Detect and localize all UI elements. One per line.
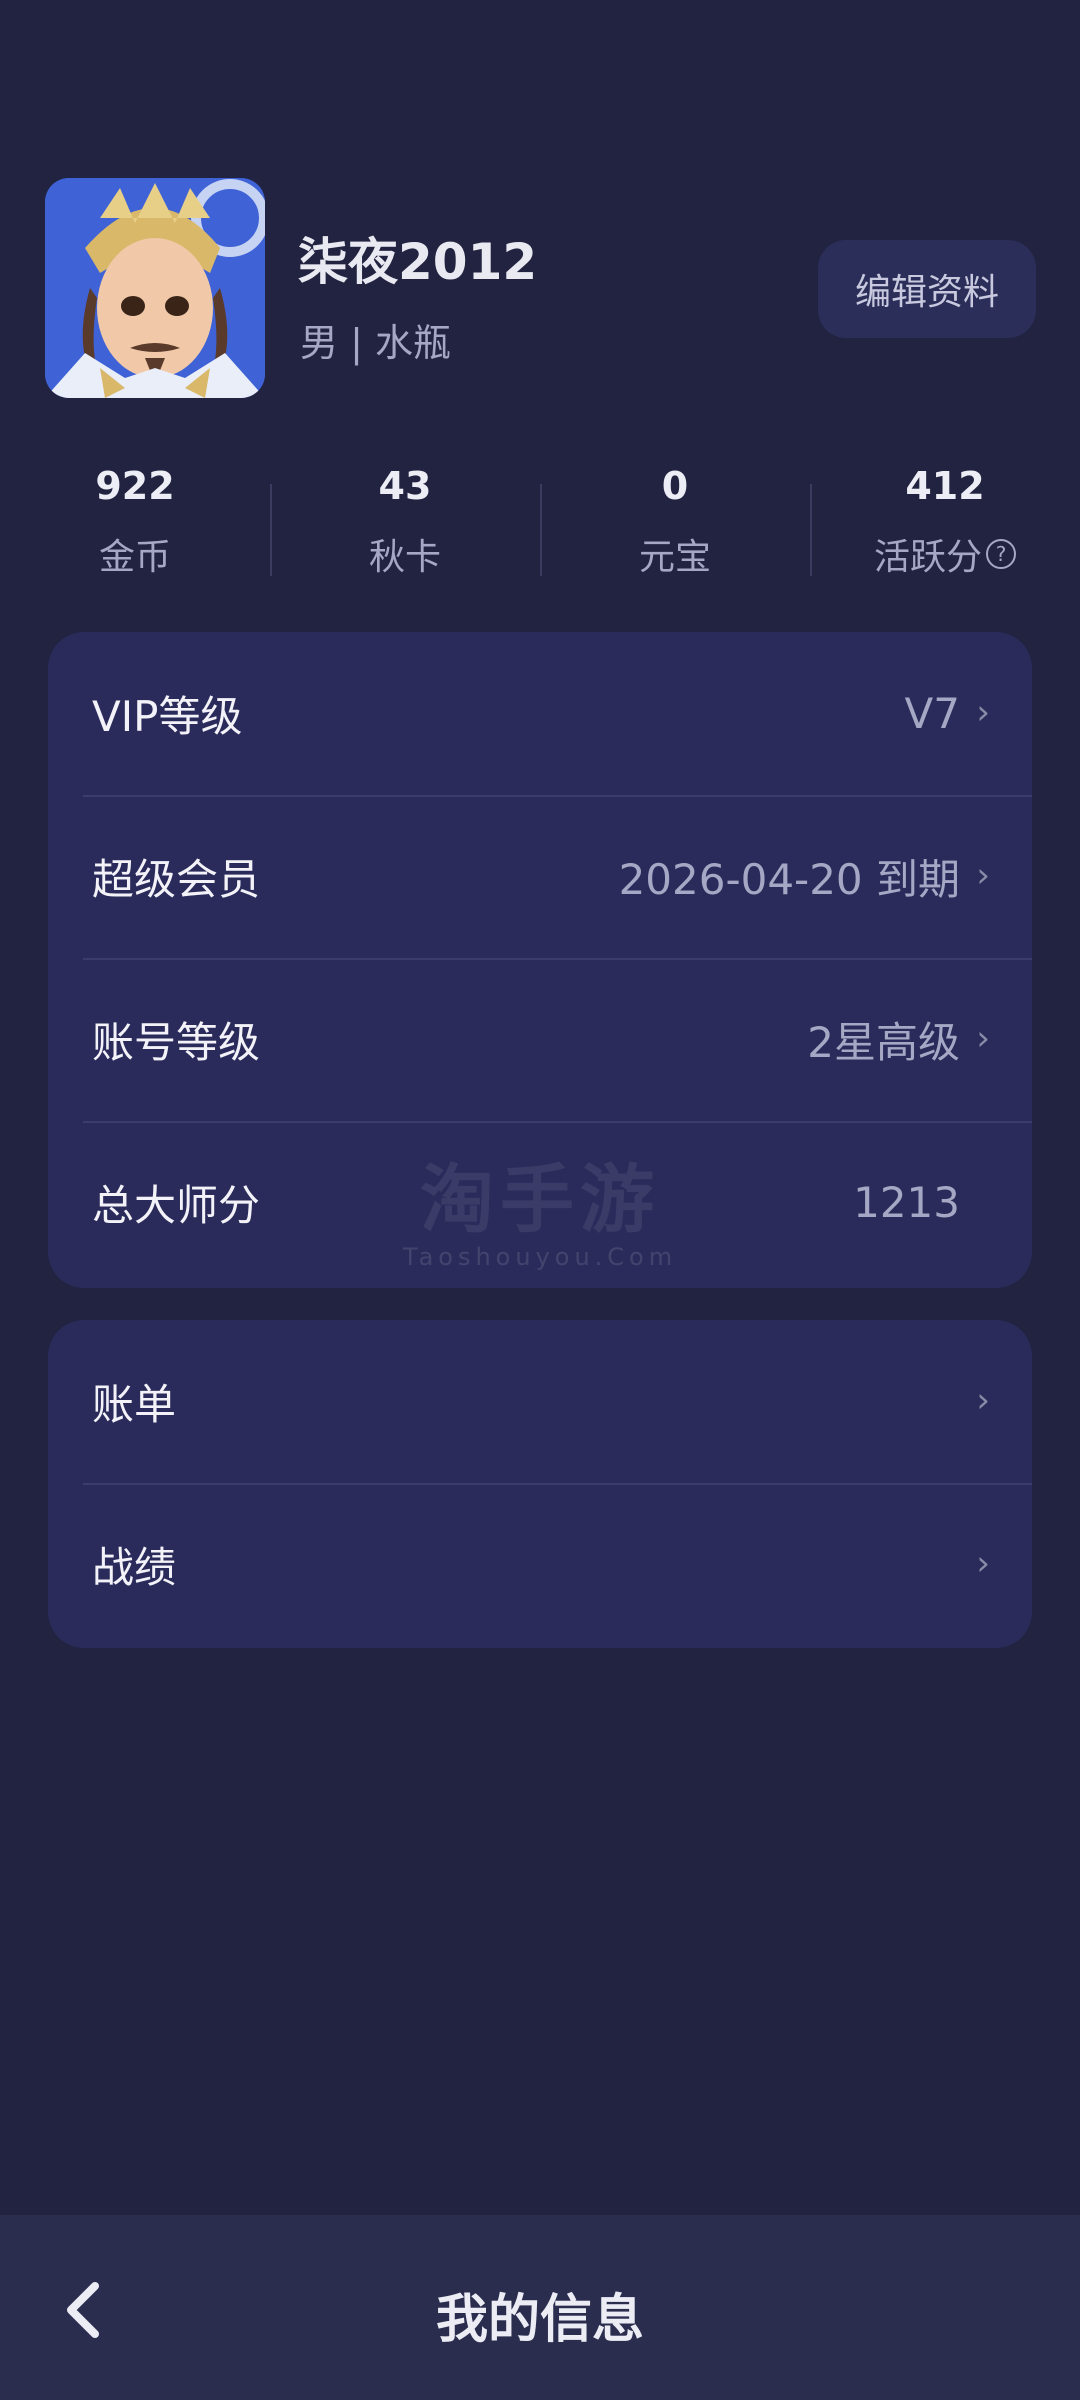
user-name: 柒夜2012 <box>298 233 538 291</box>
stat-value: 412 <box>905 464 985 508</box>
row-label: 账单 <box>92 1380 177 1429</box>
row-value: 2星高级 <box>807 1018 960 1067</box>
stat-gold-coins[interactable]: 922 金币 <box>0 460 270 590</box>
stat-activity-points[interactable]: 412 活跃分 ? <box>810 460 1080 590</box>
profile-header: 柒夜2012 男 | 水瓶 编辑资料 <box>0 0 1080 420</box>
question-circle-icon[interactable]: ? <box>986 539 1016 569</box>
stat-label: 秋卡 <box>369 528 441 580</box>
row-account-level[interactable]: 账号等级 2星高级 › <box>48 958 1032 1121</box>
records-card: 账单 › 战绩 › <box>48 1320 1032 1648</box>
chevron-right-icon: › <box>976 691 990 732</box>
chevron-right-icon: › <box>976 854 990 895</box>
stat-label-text: 活跃分 <box>873 537 982 578</box>
stat-label-text: 金币 <box>98 537 171 578</box>
stat-autumn-cards[interactable]: 43 秋卡 <box>270 460 540 590</box>
avatar[interactable] <box>45 178 265 398</box>
row-super-member[interactable]: 超级会员 2026-04-20 到期 › <box>48 795 1032 958</box>
chevron-right-icon: › <box>976 1017 990 1058</box>
stat-label: 活跃分 ? <box>874 528 1016 580</box>
stat-yuanbao[interactable]: 0 元宝 <box>540 460 810 590</box>
avatar-image <box>45 178 265 398</box>
stat-label-text: 秋卡 <box>368 537 441 578</box>
edit-profile-button[interactable]: 编辑资料 <box>818 240 1036 338</box>
stat-value: 43 <box>378 464 432 508</box>
row-value: 1213 <box>853 1178 960 1227</box>
row-battle-record[interactable]: 战绩 › <box>48 1483 1032 1646</box>
stat-label-text: 元宝 <box>638 537 711 578</box>
row-label: 账号等级 <box>92 1018 261 1067</box>
page-title: 我的信息 <box>435 2290 644 2350</box>
chevron-right-icon: › <box>976 1379 990 1420</box>
row-label: 总大师分 <box>92 1181 261 1230</box>
row-master-score: 总大师分 1213 <box>48 1121 1032 1284</box>
stat-value: 922 <box>95 464 175 508</box>
chevron-right-icon: › <box>976 1542 990 1583</box>
stat-value: 0 <box>661 464 689 508</box>
row-label: 战绩 <box>92 1543 177 1592</box>
user-gender-zodiac: 男 | 水瓶 <box>300 321 451 365</box>
stat-label: 金币 <box>99 528 171 580</box>
row-value: V7 <box>904 689 960 738</box>
account-info-card: VIP等级 V7 › 超级会员 2026-04-20 到期 › 账号等级 2星高… <box>48 632 1032 1288</box>
row-vip-level[interactable]: VIP等级 V7 › <box>48 632 1032 795</box>
row-value: 2026-04-20 到期 <box>618 855 960 904</box>
row-bills[interactable]: 账单 › <box>48 1320 1032 1483</box>
row-label: VIP等级 <box>92 692 243 741</box>
row-label: 超级会员 <box>92 855 261 904</box>
stats-bar: 922 金币 43 秋卡 0 元宝 412 活跃分 ? <box>0 460 1080 590</box>
bottom-nav-bar: 我的信息 <box>0 2215 1080 2400</box>
stat-label: 元宝 <box>639 528 711 580</box>
